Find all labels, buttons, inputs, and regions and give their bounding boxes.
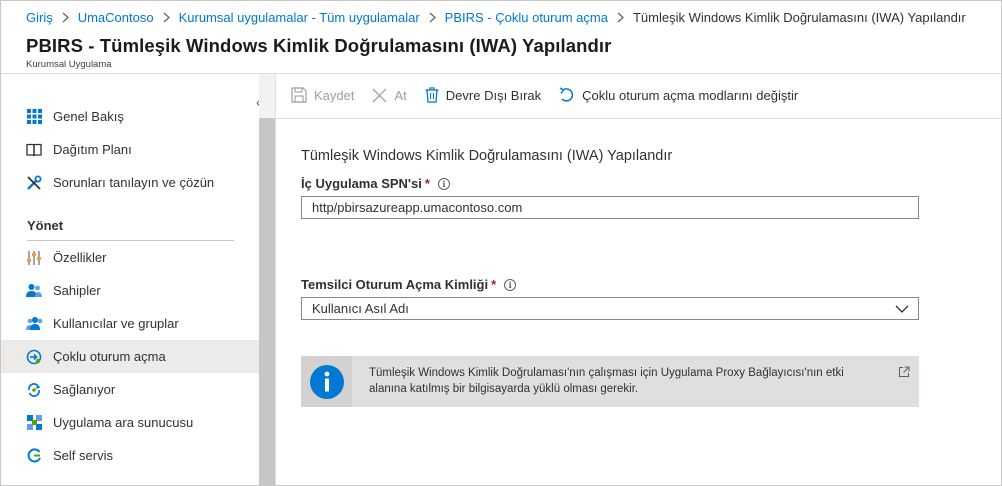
sidebar-item-label: Self servis	[53, 448, 113, 463]
sidebar-item-app-proxy[interactable]: Uygulama ara sunucusu	[1, 406, 259, 439]
info-icon[interactable]: i	[504, 278, 517, 291]
sidebar-item-overview[interactable]: Genel Bakış	[1, 100, 259, 133]
sidebar-item-label: Kullanıcılar ve gruplar	[53, 316, 179, 331]
proxy-icon	[25, 414, 43, 432]
sidebar-item-provisioning[interactable]: Sağlanıyor	[1, 373, 259, 406]
breadcrumb-link-home[interactable]: Giriş	[26, 10, 53, 25]
command-bar: Kaydet At Devre Dışı Bırak Çoklu oturum …	[291, 83, 816, 107]
change-sso-mode-button[interactable]: Çoklu oturum açma modlarını değiştir	[559, 87, 798, 103]
breadcrumb-link-enterprise-apps[interactable]: Kurumsal uygulamalar - Tüm uygulamalar	[179, 10, 420, 25]
spn-label-text: İç Uygulama SPN'si	[301, 176, 422, 191]
breadcrumb: Giriş UmaContoso Kurumsal uygulamalar - …	[26, 8, 966, 26]
info-banner-icon-cell	[301, 356, 352, 407]
sidebar-item-self-service[interactable]: Self servis	[1, 439, 259, 472]
sidebar-item-deployment-plan[interactable]: Dağıtım Planı	[1, 133, 259, 166]
sidebar-item-users-groups[interactable]: Kullanıcılar ve gruplar	[1, 307, 259, 340]
spn-field-label: İç Uygulama SPN'si * i	[301, 176, 450, 191]
sidebar-divider	[275, 74, 276, 485]
sidebar-item-label: Sorunları tanılayın ve çözün	[53, 175, 215, 190]
required-marker: *	[424, 176, 430, 191]
disable-button-label: Devre Dışı Bırak	[445, 87, 542, 103]
delegated-identity-dropdown[interactable]: Kullanıcı Asıl Adı	[301, 297, 919, 320]
sidebar-item-label: Çoklu oturum açma	[53, 349, 166, 364]
chevron-down-icon	[895, 305, 909, 313]
sidebar-item-label: Sahipler	[53, 283, 101, 298]
page-subtitle: Kurumsal Uygulama	[26, 59, 112, 70]
chevron-right-icon	[429, 12, 436, 23]
toolbar-divider	[276, 118, 1001, 119]
sidebar-item-label: Dağıtım Planı	[53, 142, 132, 157]
sidebar-item-label: Özellikler	[53, 250, 107, 265]
app-frame: Giriş UmaContoso Kurumsal uygulamalar - …	[0, 0, 1002, 486]
grid-icon	[25, 108, 43, 126]
chevron-right-icon	[617, 12, 624, 23]
save-button-label: Kaydet	[314, 87, 355, 103]
sidebar-item-label: Uygulama ara sunucusu	[53, 415, 194, 430]
section-label-manage: Yönet	[27, 218, 64, 233]
tools-icon	[25, 174, 43, 192]
discard-button[interactable]: At	[372, 87, 407, 103]
self-service-icon	[25, 447, 43, 465]
sidebar-item-label: Genel Bakış	[53, 109, 124, 124]
sidebar-item-label: Sağlanıyor	[53, 382, 116, 397]
sidebar: « Genel Bakış Dağıtım Planı	[1, 74, 264, 485]
trash-icon	[425, 87, 439, 103]
sso-icon	[25, 348, 43, 366]
info-circle-icon	[309, 364, 344, 399]
provisioning-icon	[25, 381, 43, 399]
info-banner-text: Tümleşik Windows Kimlik Doğrulaması'nın …	[369, 367, 844, 395]
breadcrumb-link-sso[interactable]: PBIRS - Çoklu oturum açma	[445, 10, 608, 25]
required-marker: *	[491, 277, 497, 292]
sliders-icon	[25, 249, 43, 267]
dropdown-selected-value: Kullanıcı Asıl Adı	[312, 301, 409, 316]
sidebar-item-properties[interactable]: Özellikler	[1, 241, 259, 274]
change-sso-mode-label: Çoklu oturum açma modlarını değiştir	[582, 87, 799, 103]
undo-icon	[559, 87, 574, 102]
sidebar-scrollbar-thumb[interactable]	[259, 118, 275, 485]
page-header: PBIRS - Tümleşik Windows Kimlik Doğrulam…	[26, 35, 611, 70]
breadcrumb-link-tenant[interactable]: UmaContoso	[78, 10, 154, 25]
form-heading: Tümleşik Windows Kimlik Doğrulamasını (I…	[301, 148, 673, 164]
sidebar-item-owners[interactable]: Sahipler	[1, 274, 259, 307]
close-icon	[373, 88, 387, 102]
breadcrumb-current: Tümleşik Windows Kimlik Doğrulamasını (I…	[632, 9, 966, 25]
external-link-icon[interactable]	[898, 365, 910, 383]
sidebar-item-sso[interactable]: Çoklu oturum açma	[1, 340, 259, 373]
user-group-icon	[25, 315, 43, 333]
discard-button-label: At	[394, 87, 407, 103]
chevron-right-icon	[163, 12, 170, 23]
chevron-right-icon	[62, 12, 69, 23]
save-button[interactable]: Kaydet	[291, 87, 354, 103]
info-banner: Tümleşik Windows Kimlik Doğrulaması'nın …	[301, 356, 919, 407]
sidebar-item-diagnose[interactable]: Sorunları tanılayın ve çözün	[1, 166, 259, 199]
spn-input[interactable]	[301, 196, 919, 219]
book-icon	[25, 141, 43, 159]
info-icon[interactable]: i	[437, 177, 450, 190]
disable-button[interactable]: Devre Dışı Bırak	[425, 87, 541, 103]
save-icon	[291, 87, 307, 103]
delegated-identity-field-label: Temsilci Oturum Açma Kimliği * i	[301, 277, 517, 292]
page-title: PBIRS - Tümleşik Windows Kimlik Doğrulam…	[26, 35, 612, 56]
users-icon	[25, 282, 43, 300]
delegated-identity-label-text: Temsilci Oturum Açma Kimliği	[301, 277, 489, 292]
